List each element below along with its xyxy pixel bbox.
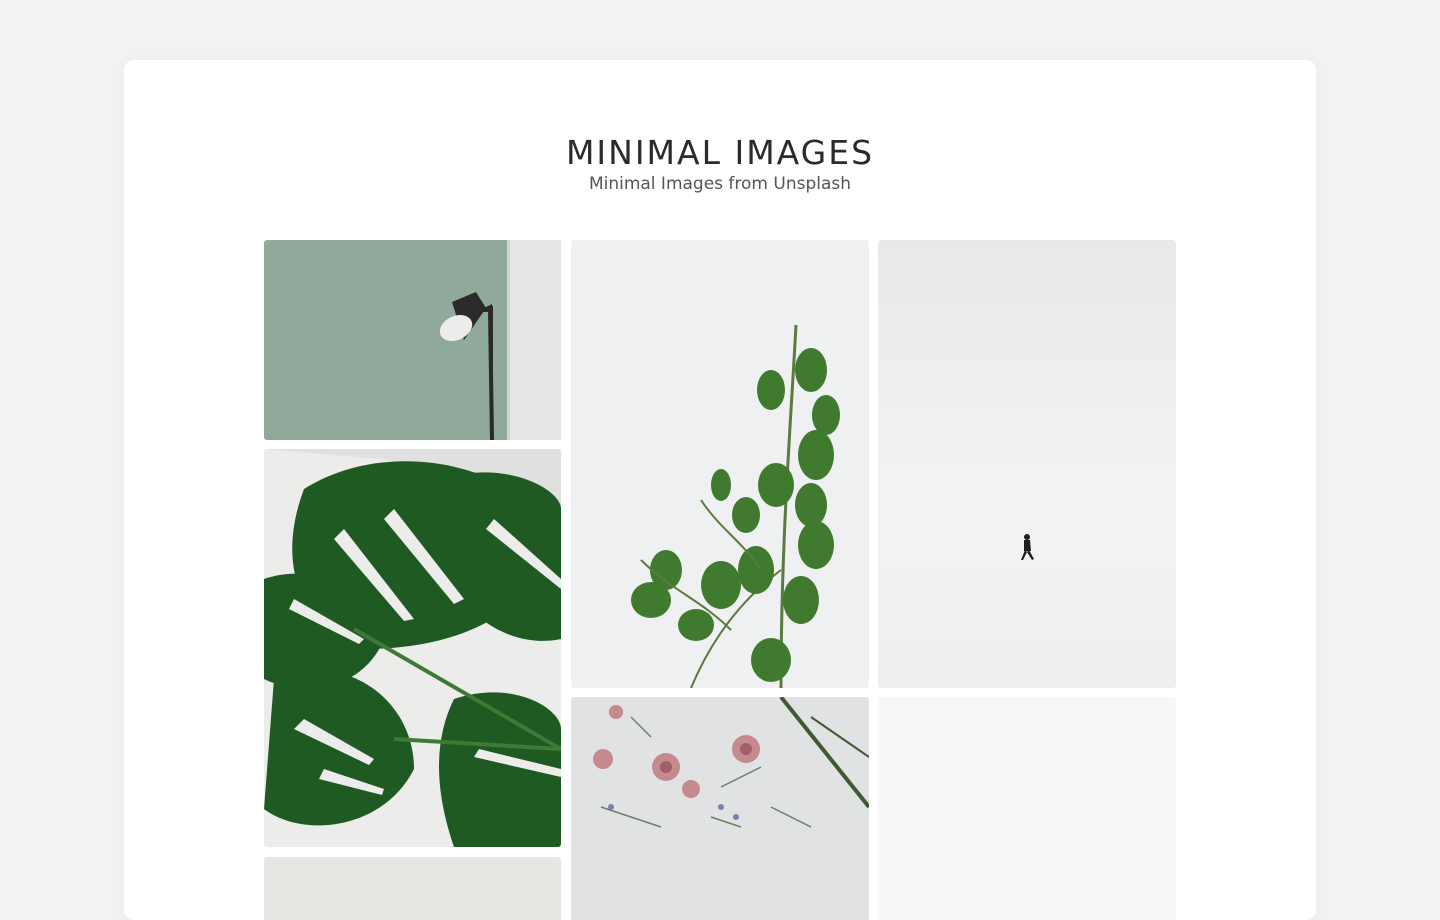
gallery-image-placeholder[interactable] <box>878 697 1176 920</box>
partial-image <box>264 857 561 920</box>
placeholder-image <box>878 697 1176 920</box>
lamp-image <box>264 240 561 440</box>
gallery-image-partial[interactable] <box>264 857 561 920</box>
monstera-image <box>264 449 561 847</box>
gallery-header: MINIMAL IMAGES Minimal Images from Unspl… <box>124 132 1316 194</box>
gallery-image-lamp[interactable] <box>264 240 561 440</box>
dried-flowers-image <box>571 697 869 920</box>
gallery-card: MINIMAL IMAGES Minimal Images from Unspl… <box>124 60 1316 920</box>
eucalyptus-image <box>571 240 869 688</box>
gallery-image-eucalyptus[interactable] <box>571 240 869 688</box>
gallery-image-monstera[interactable] <box>264 449 561 847</box>
gallery-image-dried-flowers[interactable] <box>571 697 869 920</box>
gallery-image-snow-walker[interactable] <box>878 240 1176 688</box>
page-subtitle: Minimal Images from Unsplash <box>588 174 852 194</box>
page-title: MINIMAL IMAGES <box>565 133 875 172</box>
snow-walker-image <box>878 240 1176 688</box>
